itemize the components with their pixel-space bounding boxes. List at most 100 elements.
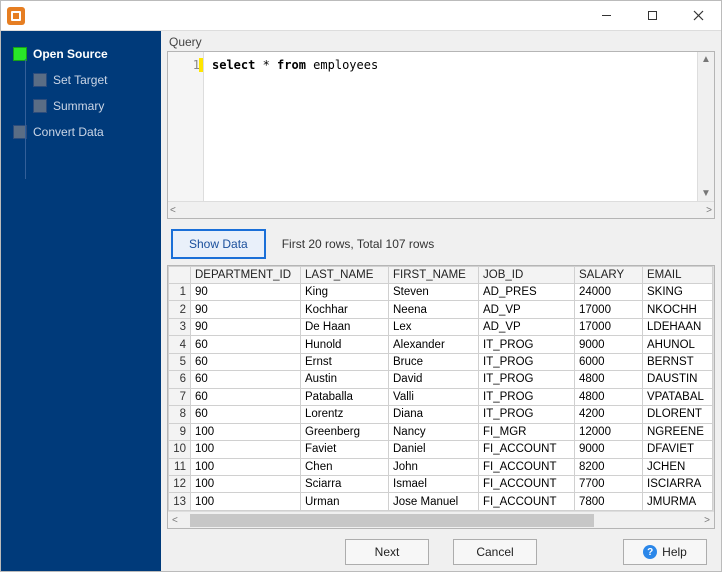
close-button[interactable] (675, 1, 721, 31)
table-row[interactable]: 10100FavietDanielFI_ACCOUNT9000DFAVIET (169, 441, 713, 458)
table-row[interactable]: 12100SciarraIsmaelFI_ACCOUNT7700ISCIARRA (169, 475, 713, 492)
cell[interactable]: IT_PROG (479, 336, 575, 353)
cell[interactable]: JCHEN (643, 458, 713, 475)
cell[interactable]: De Haan (301, 318, 389, 335)
column-header[interactable]: SALARY (575, 267, 643, 284)
cell[interactable]: 4800 (575, 388, 643, 405)
cell[interactable]: AD_VP (479, 301, 575, 318)
cell[interactable]: 100 (191, 475, 301, 492)
cell[interactable]: Ernst (301, 353, 389, 370)
grid-vertical-scrollbar[interactable] (713, 266, 714, 511)
cell[interactable]: BERNST (643, 353, 713, 370)
editor-horizontal-scrollbar[interactable]: < > (168, 201, 714, 218)
grid-horizontal-scrollbar[interactable]: < > (168, 511, 714, 528)
cell[interactable]: Sciarra (301, 475, 389, 492)
table-row[interactable]: 9100GreenbergNancyFI_MGR12000NGREENE (169, 423, 713, 440)
cell[interactable]: FI_ACCOUNT (479, 493, 575, 511)
row-number-header[interactable] (169, 267, 191, 284)
cell[interactable]: SKING (643, 284, 713, 301)
cell[interactable]: John (389, 458, 479, 475)
cell[interactable]: 9000 (575, 441, 643, 458)
table-row[interactable]: 760PataballaValliIT_PROG4800VPATABAL (169, 388, 713, 405)
scroll-left-icon[interactable]: < (170, 205, 176, 216)
table-row[interactable]: 660AustinDavidIT_PROG4800DAUSTIN (169, 371, 713, 388)
cell[interactable]: King (301, 284, 389, 301)
cell[interactable]: Valli (389, 388, 479, 405)
cell[interactable]: Daniel (389, 441, 479, 458)
column-header[interactable]: EMAIL (643, 267, 713, 284)
show-data-button[interactable]: Show Data (171, 229, 266, 259)
table-row[interactable]: 290KochharNeenaAD_VP17000NKOCHH (169, 301, 713, 318)
cancel-button[interactable]: Cancel (453, 539, 537, 565)
cell[interactable]: Urman (301, 493, 389, 511)
table-row[interactable]: 13100UrmanJose ManuelFI_ACCOUNT7800JMURM… (169, 493, 713, 511)
cell[interactable]: 60 (191, 353, 301, 370)
column-header[interactable]: JOB_ID (479, 267, 575, 284)
column-header[interactable]: LAST_NAME (301, 267, 389, 284)
cell[interactable]: AD_PRES (479, 284, 575, 301)
cell[interactable]: DFAVIET (643, 441, 713, 458)
cell[interactable]: IT_PROG (479, 406, 575, 423)
cell[interactable]: FI_ACCOUNT (479, 441, 575, 458)
cell[interactable]: ISCIARRA (643, 475, 713, 492)
cell[interactable]: 17000 (575, 301, 643, 318)
cell[interactable]: Austin (301, 371, 389, 388)
cell[interactable]: AD_VP (479, 318, 575, 335)
cell[interactable]: 90 (191, 284, 301, 301)
minimize-button[interactable] (583, 1, 629, 31)
table-row[interactable]: 390De HaanLexAD_VP17000LDEHAAN (169, 318, 713, 335)
table-row[interactable]: 860LorentzDianaIT_PROG4200DLORENT (169, 406, 713, 423)
cell[interactable]: Lex (389, 318, 479, 335)
cell[interactable]: 90 (191, 318, 301, 335)
cell[interactable]: DAUSTIN (643, 371, 713, 388)
cell[interactable]: Nancy (389, 423, 479, 440)
cell[interactable]: Alexander (389, 336, 479, 353)
cell[interactable]: 4800 (575, 371, 643, 388)
cell[interactable]: 60 (191, 336, 301, 353)
cell[interactable]: 4200 (575, 406, 643, 423)
next-button[interactable]: Next (345, 539, 429, 565)
cell[interactable]: Hunold (301, 336, 389, 353)
column-header[interactable]: FIRST_NAME (389, 267, 479, 284)
scroll-left-icon[interactable]: < (168, 515, 182, 526)
query-editor[interactable]: 1 select * from employees ▲ ▼ < > (167, 51, 715, 219)
table-row[interactable]: 190KingStevenAD_PRES24000SKING (169, 284, 713, 301)
cell[interactable]: 100 (191, 458, 301, 475)
cell[interactable]: 9000 (575, 336, 643, 353)
maximize-button[interactable] (629, 1, 675, 31)
cell[interactable]: Bruce (389, 353, 479, 370)
table-row[interactable]: 11100ChenJohnFI_ACCOUNT8200JCHEN (169, 458, 713, 475)
cell[interactable]: Diana (389, 406, 479, 423)
cell[interactable]: JMURMA (643, 493, 713, 511)
cell[interactable]: David (389, 371, 479, 388)
cell[interactable]: NKOCHH (643, 301, 713, 318)
cell[interactable]: 8200 (575, 458, 643, 475)
cell[interactable]: FI_ACCOUNT (479, 475, 575, 492)
cell[interactable]: 7800 (575, 493, 643, 511)
cell[interactable]: 60 (191, 406, 301, 423)
cell[interactable]: 100 (191, 441, 301, 458)
table-row[interactable]: 460HunoldAlexanderIT_PROG9000AHUNOL (169, 336, 713, 353)
cell[interactable]: Lorentz (301, 406, 389, 423)
scroll-up-icon[interactable]: ▲ (701, 54, 711, 65)
cell[interactable]: NGREENE (643, 423, 713, 440)
cell[interactable]: Ismael (389, 475, 479, 492)
cell[interactable]: 17000 (575, 318, 643, 335)
cell[interactable]: Chen (301, 458, 389, 475)
titlebar[interactable] (1, 1, 721, 31)
cell[interactable]: IT_PROG (479, 388, 575, 405)
cell[interactable]: FI_ACCOUNT (479, 458, 575, 475)
cell[interactable]: Steven (389, 284, 479, 301)
cell[interactable]: 100 (191, 423, 301, 440)
table-row[interactable]: 560ErnstBruceIT_PROG6000BERNST (169, 353, 713, 370)
cell[interactable]: FI_MGR (479, 423, 575, 440)
sql-code-area[interactable]: select * from employees (204, 52, 697, 201)
cell[interactable]: Pataballa (301, 388, 389, 405)
cell[interactable]: VPATABAL (643, 388, 713, 405)
cell[interactable]: 12000 (575, 423, 643, 440)
cell[interactable]: Jose Manuel (389, 493, 479, 511)
cell[interactable]: AHUNOL (643, 336, 713, 353)
results-grid[interactable]: DEPARTMENT_IDLAST_NAMEFIRST_NAMEJOB_IDSA… (167, 265, 715, 529)
column-header[interactable]: DEPARTMENT_ID (191, 267, 301, 284)
cell[interactable]: Kochhar (301, 301, 389, 318)
